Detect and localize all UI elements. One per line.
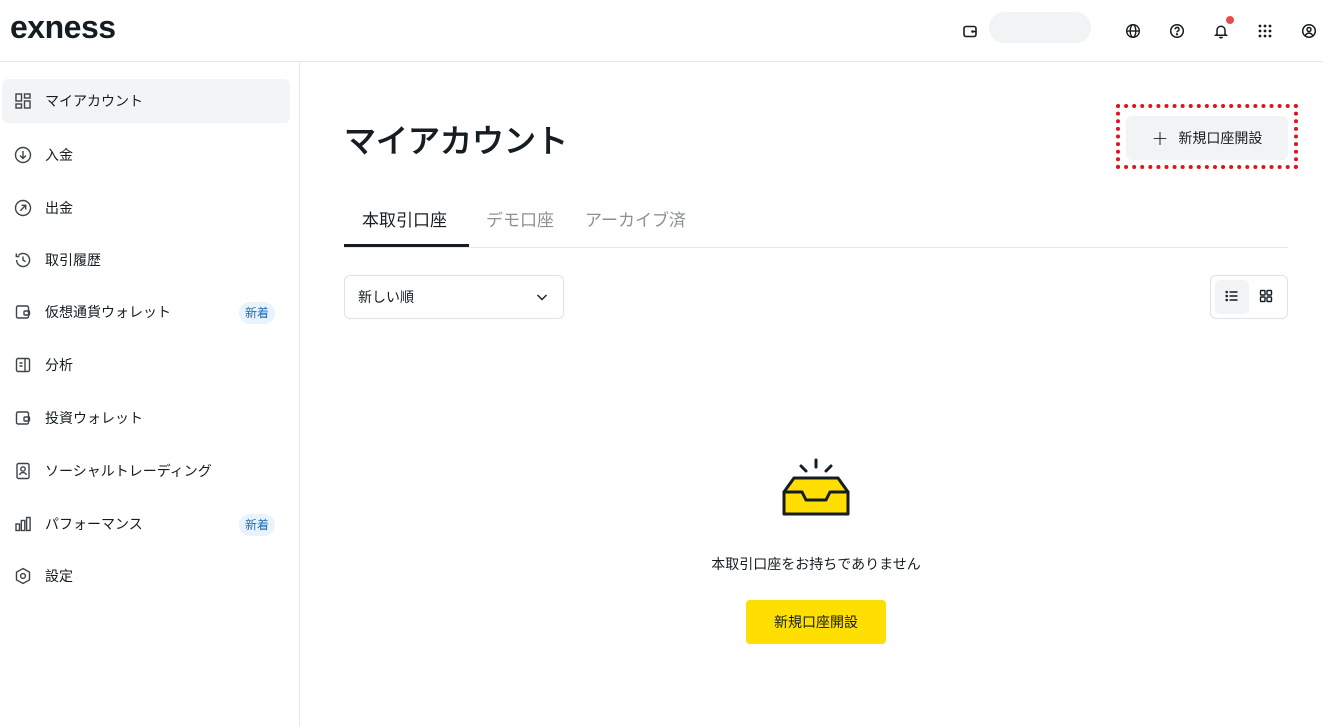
sidebar-item-label: 投資ウォレット (45, 411, 143, 427)
account-tabs: 本取引口座 デモ口座 アーカイブ済 (344, 188, 1288, 248)
wallet-icon[interactable] (959, 20, 981, 42)
chevron-down-icon (535, 290, 549, 308)
sidebar-item-deposit[interactable]: 入金 (2, 133, 290, 177)
exness-logo[interactable]: exness (10, 9, 116, 46)
sidebar: マイアカウント 入金 出金 取引履歴 仮想通貨ウォレット 新着 分析 投資ウォレ… (0, 62, 300, 726)
grid-icon (1259, 288, 1273, 307)
account-balance-pill[interactable] (989, 12, 1091, 43)
withdraw-icon (13, 198, 33, 218)
sidebar-item-performance[interactable]: パフォーマンス 新着 (2, 502, 290, 546)
social-trading-icon (13, 461, 33, 481)
active-tab-indicator (344, 244, 469, 247)
sidebar-item-label: 取引履歴 (45, 253, 101, 269)
empty-inbox-icon (780, 456, 852, 520)
sidebar-item-history[interactable]: 取引履歴 (2, 238, 290, 282)
sidebar-item-label: ソーシャルトレーディング (45, 464, 212, 480)
sidebar-item-my-account[interactable]: マイアカウント (2, 79, 290, 123)
empty-state-message: 本取引口座をお持ちでありません (711, 557, 921, 573)
sidebar-item-label: 出金 (45, 201, 73, 217)
sort-select[interactable]: 新しい順 (344, 275, 564, 319)
sidebar-item-label: 仮想通貨ウォレット (45, 305, 171, 321)
list-icon (1225, 288, 1239, 307)
globe-icon[interactable] (1122, 20, 1144, 42)
tab-demo-accounts[interactable]: デモ口座 (486, 206, 554, 231)
tab-archived[interactable]: アーカイブ済 (585, 206, 686, 231)
grid-view-button[interactable] (1249, 280, 1283, 314)
new-account-button-label: 新規口座開設 (1178, 131, 1263, 147)
page-title: マイアカウント (344, 122, 569, 160)
user-icon[interactable] (1298, 20, 1320, 42)
deposit-icon (13, 145, 33, 165)
tab-real-accounts[interactable]: 本取引口座 (362, 206, 447, 231)
view-toggle (1210, 275, 1288, 319)
plus-icon: + (1151, 126, 1169, 150)
sidebar-item-label: 入金 (45, 148, 73, 164)
sidebar-item-label: 設定 (45, 569, 73, 585)
performance-icon (13, 514, 33, 534)
analytics-icon (13, 355, 33, 375)
list-view-button[interactable] (1215, 280, 1249, 314)
sidebar-item-settings[interactable]: 設定 (2, 554, 290, 598)
apps-grid-icon[interactable] (1254, 20, 1276, 42)
new-badge: 新着 (239, 302, 276, 324)
wallet-icon (13, 302, 33, 322)
sidebar-item-crypto-wallet[interactable]: 仮想通貨ウォレット 新着 (2, 290, 290, 334)
sidebar-item-withdraw[interactable]: 出金 (2, 186, 290, 230)
sidebar-item-label: 分析 (45, 358, 73, 374)
open-account-cta-button[interactable]: 新規口座開設 (746, 600, 886, 644)
sidebar-item-analytics[interactable]: 分析 (2, 343, 290, 387)
new-account-button[interactable]: + 新規口座開設 (1126, 116, 1288, 160)
history-icon (13, 250, 33, 270)
notification-dot (1226, 16, 1234, 24)
sidebar-item-label: パフォーマンス (45, 517, 143, 533)
dashboard-icon (13, 91, 33, 111)
help-icon[interactable] (1166, 20, 1188, 42)
sidebar-item-invest-wallet[interactable]: 投資ウォレット (2, 396, 290, 440)
sort-select-value: 新しい順 (358, 290, 414, 306)
top-header: exness (0, 0, 1323, 62)
settings-icon (13, 566, 33, 586)
wallet-icon (13, 408, 33, 428)
sidebar-item-label: マイアカウント (45, 94, 143, 110)
new-badge: 新着 (239, 514, 276, 536)
sidebar-item-social-trading[interactable]: ソーシャルトレーディング (2, 449, 290, 493)
